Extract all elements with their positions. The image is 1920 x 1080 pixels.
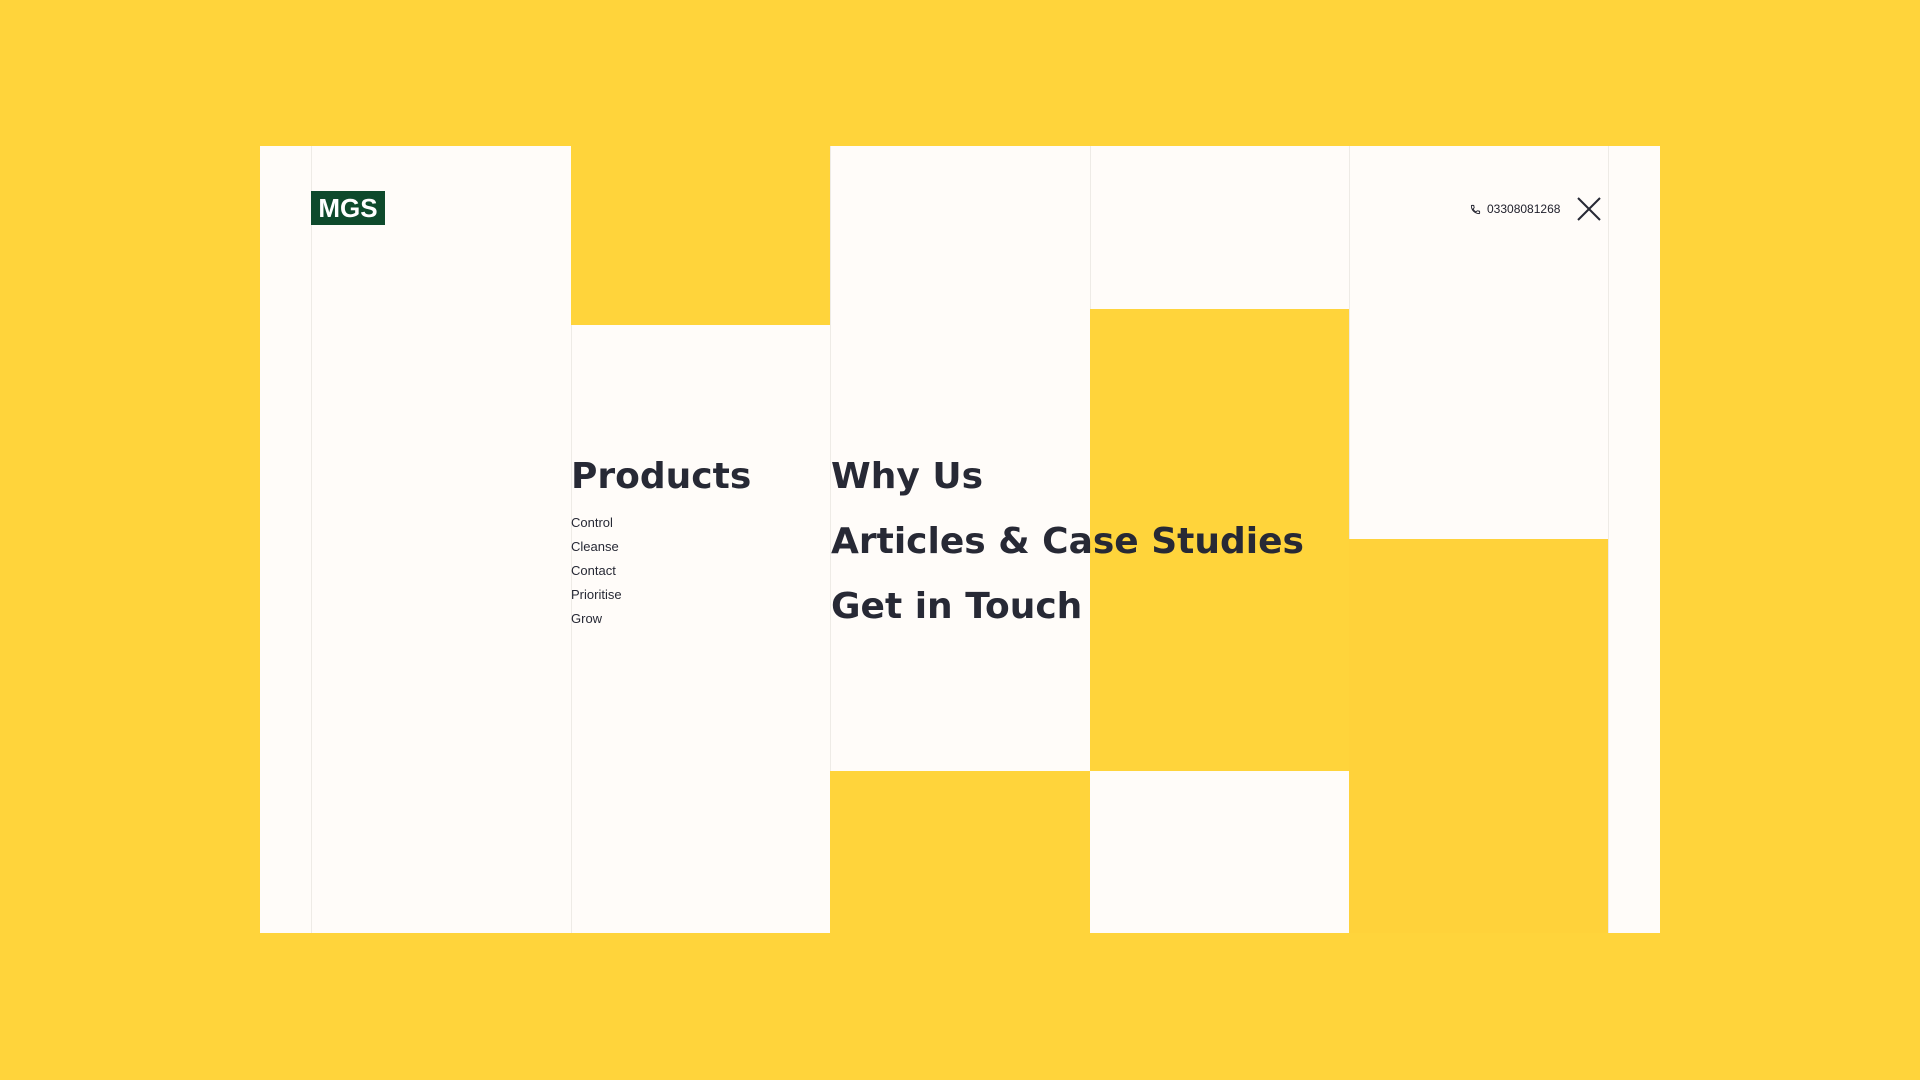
menu-products[interactable]: Products (571, 459, 751, 495)
phone-link[interactable]: 03308081268 (1470, 199, 1560, 219)
decorative-block (1349, 539, 1608, 933)
decorative-block (830, 771, 1090, 933)
decorative-block (1090, 771, 1349, 933)
menu-why-us[interactable]: Why Us (831, 459, 983, 495)
grid-line (311, 146, 312, 933)
submenu-item-prioritise[interactable]: Prioritise (571, 583, 622, 607)
submenu-item-cleanse[interactable]: Cleanse (571, 535, 622, 559)
menu-get-in-touch[interactable]: Get in Touch (831, 589, 1082, 625)
submenu-item-grow[interactable]: Grow (571, 607, 622, 631)
phone-icon (1470, 204, 1481, 214)
menu-articles-case-studies[interactable]: Articles & Case Studies (831, 524, 1304, 560)
decorative-block (571, 146, 830, 325)
submenu-item-contact[interactable]: Contact (571, 559, 622, 583)
grid-line (1608, 146, 1609, 933)
phone-number: 03308081268 (1487, 202, 1561, 216)
products-submenu: Control Cleanse Contact Prioritise Grow (571, 511, 622, 631)
mgs-logo[interactable]: MGS (311, 191, 385, 225)
submenu-item-control[interactable]: Control (571, 511, 622, 535)
menu-overlay-panel: MGS 03308081268 Products Control Cleanse… (260, 146, 1660, 933)
close-icon[interactable] (1576, 196, 1602, 222)
